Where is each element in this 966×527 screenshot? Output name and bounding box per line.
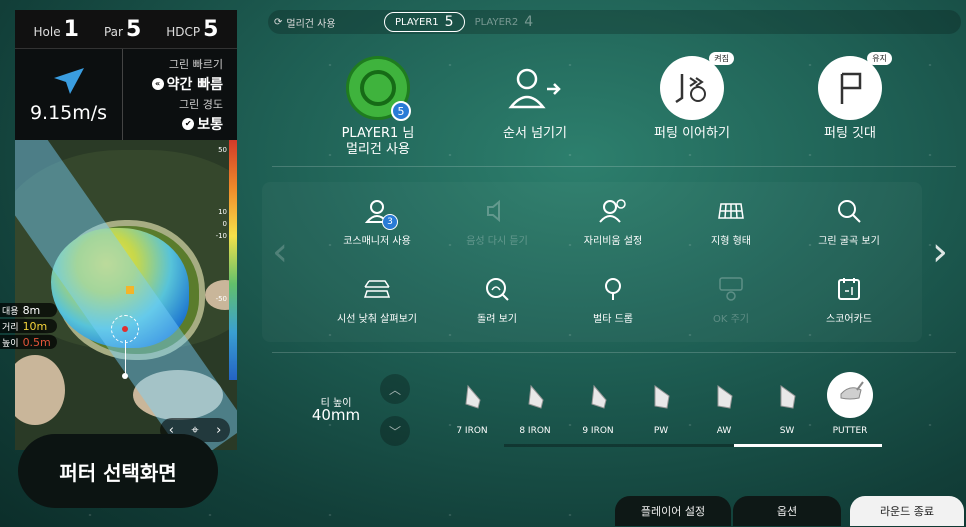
distance-tags: 대용 8m 거리 10m 높이 0.5m xyxy=(0,303,57,349)
player2-tab[interactable]: PLAYER2 4 xyxy=(465,12,544,32)
flagstick-label: 퍼팅 깃대 xyxy=(824,126,876,141)
iron-icon xyxy=(465,384,481,409)
give-ok-button: OK 주기 xyxy=(676,274,786,325)
refresh-icon: ⟳ xyxy=(274,16,283,28)
club-putter[interactable]: PUTTER xyxy=(820,372,880,436)
person-clock-icon xyxy=(599,199,626,223)
green-firmness-value: 보통 xyxy=(197,116,223,133)
iron-icon xyxy=(528,384,544,409)
flag-icon xyxy=(840,72,862,104)
wedge-icon xyxy=(780,385,796,409)
app-frame: Hole 1 Par 5 HDCP 5 9.15m/s 그린 빠르기 «약간 빠름 그… xyxy=(0,0,966,527)
green-slope-button[interactable]: 그린 굴곡 보기 xyxy=(794,196,904,247)
mulligan-count-badge: 5 xyxy=(391,101,411,121)
green-map[interactable]: 50 10 0 -10 -50 ‹ ⌖ › xyxy=(15,140,237,450)
tee-down-button[interactable]: ﹀ xyxy=(380,416,410,446)
hole-info-panel: Hole 1 Par 5 HDCP 5 9.15m/s 그린 빠르기 «약간 빠름 그… xyxy=(15,10,237,450)
distance-tag: 대용 8m xyxy=(0,303,57,317)
club-pw[interactable]: PW xyxy=(631,378,691,436)
end-round-button[interactable]: 라운드 종료 xyxy=(850,496,964,526)
ball-marker xyxy=(122,373,128,379)
player-settings-button[interactable]: 플레이어 설정 xyxy=(615,496,731,526)
par-label: Par xyxy=(103,24,123,39)
wind-box: 9.15m/s 그린 빠르기 «약간 빠름 그린 경도 ✔ 보통 xyxy=(15,48,237,140)
tee-up-button[interactable]: ︿ xyxy=(380,374,410,404)
tee-height-value: 40mm xyxy=(311,406,361,424)
mulligan-label: PLAYER1 님 멀리건 사용 xyxy=(341,126,415,157)
hole-number: 1 xyxy=(63,16,79,42)
club-aw[interactable]: AW xyxy=(694,378,754,436)
player-bar: ⟳ 멀리건 사용 PLAYER1 5 PLAYER2 4 xyxy=(268,10,961,34)
hole-bar: Hole 1 Par 5 HDCP 5 xyxy=(15,10,237,48)
ball-icon xyxy=(360,70,396,106)
away-button[interactable]: 자리비움 설정 xyxy=(558,196,668,247)
slope-scale xyxy=(229,140,237,380)
hole-label: Hole xyxy=(33,24,61,39)
wind-speed: 9.15m/s xyxy=(29,101,108,124)
scorecard-button[interactable]: 스코어카드 xyxy=(794,274,904,325)
terrain-button[interactable]: 지형 형태 xyxy=(676,196,786,247)
club-9iron[interactable]: 9 IRON xyxy=(568,378,628,436)
hdcp-number: 5 xyxy=(203,16,219,42)
next-page-arrow-icon[interactable]: › xyxy=(932,232,948,272)
low-view-button[interactable]: 시선 낮춰 살펴보기 xyxy=(322,274,432,325)
bunker xyxy=(15,355,65,425)
course-manager-button[interactable]: 3 코스매니저 사용 xyxy=(322,196,432,247)
drop-icon xyxy=(605,278,621,300)
scale-label: 50 xyxy=(218,146,227,154)
scale-label: -10 xyxy=(215,232,227,240)
iron-icon xyxy=(591,384,607,409)
rotate-icon xyxy=(486,278,509,301)
skip-turn-label: 순서 넘기기 xyxy=(503,126,567,141)
replay-voice-button: 음성 다시 듣기 xyxy=(442,196,552,247)
speaker-icon xyxy=(487,199,500,223)
wind-arrow-icon xyxy=(53,67,84,94)
wedge-icon xyxy=(654,385,670,409)
club-sw[interactable]: SW xyxy=(757,378,817,436)
club-slider-selection xyxy=(734,444,882,447)
green-speed-value: 약간 빠름 xyxy=(166,76,223,93)
mulligan-button[interactable]: 5 PLAYER1 님 멀리건 사용 xyxy=(318,56,438,158)
scale-label: 10 xyxy=(218,208,227,216)
scale-label: 0 xyxy=(222,220,227,228)
prev-page-arrow-icon[interactable]: ‹ xyxy=(272,232,288,272)
club-8iron[interactable]: 8 IRON xyxy=(505,378,565,436)
person-next-icon xyxy=(508,68,561,109)
wedge-icon xyxy=(717,385,733,409)
calendar-icon xyxy=(838,278,860,300)
green-speed-label: 그린 빠르기 xyxy=(168,57,223,71)
flagstick-button[interactable]: 유지 퍼팅 깃대 xyxy=(790,52,910,142)
skip-turn-button[interactable]: 순서 넘기기 xyxy=(475,56,595,142)
flag-icon xyxy=(126,286,134,294)
magnifier-icon xyxy=(838,200,861,223)
status-badge: 켜짐 xyxy=(709,52,734,65)
distance-tag: 높이 0.5m xyxy=(0,335,57,349)
scale-label: -50 xyxy=(215,295,227,303)
putter-icon xyxy=(840,381,864,400)
next-arrow-icon[interactable]: › xyxy=(216,423,221,438)
eye-level-icon xyxy=(363,280,391,298)
ok-icon xyxy=(719,277,743,301)
continue-putting-button[interactable]: 켜짐 퍼팅 이어하기 xyxy=(632,52,752,142)
rotate-view-button[interactable]: 돌려 보기 xyxy=(442,274,552,325)
status-badge: 유지 xyxy=(867,52,892,65)
player1-tab[interactable]: PLAYER1 5 xyxy=(384,12,465,32)
check-icon: ✔ xyxy=(182,117,195,130)
penalty-drop-button[interactable]: 벌타 드롭 xyxy=(558,274,668,325)
continue-putting-label: 퍼팅 이어하기 xyxy=(654,126,730,141)
options-button[interactable]: 옵션 xyxy=(733,496,841,526)
fast-forward-icon: « xyxy=(151,77,164,90)
putt-continue-icon xyxy=(675,74,706,104)
club-7iron[interactable]: 7 IRON xyxy=(442,378,502,436)
putter-select-button[interactable]: 퍼터 선택화면 xyxy=(18,434,218,508)
green-firmness-label: 그린 경도 xyxy=(179,97,223,111)
mulligan-toggle[interactable]: ⟳ 멀리건 사용 xyxy=(274,15,384,30)
par-number: 5 xyxy=(125,16,142,42)
grid-icon xyxy=(718,203,744,219)
hdcp-label: HDCP xyxy=(166,24,201,39)
distance-tag: 거리 10m xyxy=(0,319,57,333)
